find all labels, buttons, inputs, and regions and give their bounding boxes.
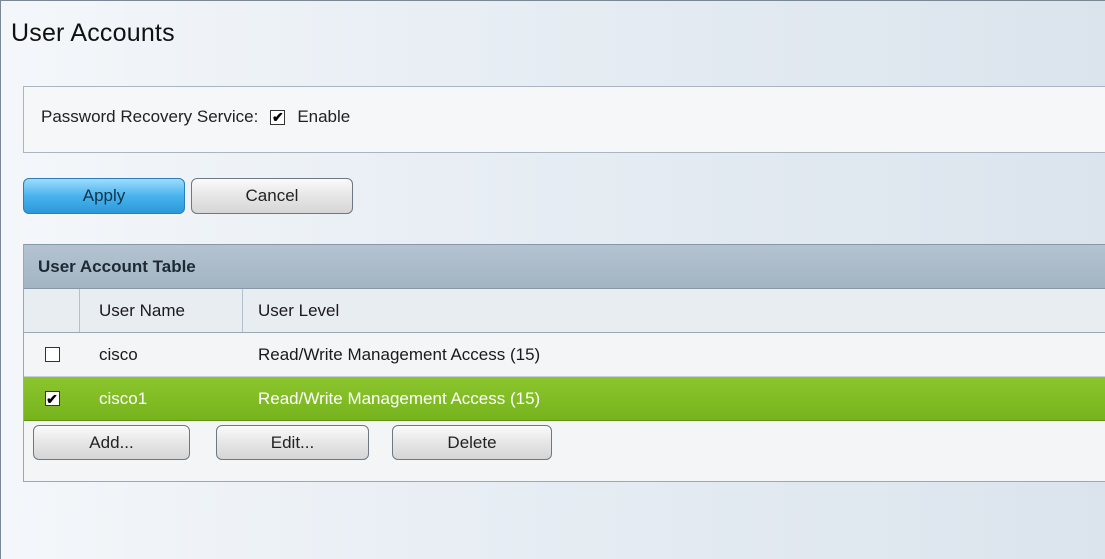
user-name-cell: cisco bbox=[99, 344, 138, 364]
password-recovery-label: Password Recovery Service: bbox=[41, 107, 259, 126]
edit-button[interactable]: Edit... bbox=[216, 425, 369, 460]
table-caption: User Account Table bbox=[24, 244, 1105, 289]
password-recovery-enable-checkbox[interactable]: ✔ bbox=[270, 109, 286, 125]
table-row[interactable]: cisco Read/Write Management Access (15) bbox=[24, 333, 1105, 377]
checkmark-icon: ✔ bbox=[271, 109, 284, 125]
select-column-header bbox=[24, 289, 80, 332]
password-recovery-row: Password Recovery Service: ✔ Enable bbox=[41, 107, 350, 127]
column-header-user-name: User Name bbox=[80, 289, 243, 332]
table-actions-row: Add... Edit... Delete bbox=[24, 421, 1105, 482]
user-level-cell: Read/Write Management Access (15) bbox=[258, 388, 541, 408]
cancel-button[interactable]: Cancel bbox=[191, 178, 353, 214]
enable-label: Enable bbox=[297, 107, 351, 126]
table-row-selected[interactable]: ✔ cisco1 Read/Write Management Access (1… bbox=[24, 377, 1105, 421]
password-recovery-panel: Password Recovery Service: ✔ Enable bbox=[23, 86, 1105, 153]
page-title: User Accounts bbox=[11, 19, 175, 47]
table-header-row: User Name User Level bbox=[24, 289, 1105, 333]
row-select-checkbox[interactable]: ✔ bbox=[44, 390, 60, 407]
checkmark-icon: ✔ bbox=[46, 390, 58, 407]
user-name-cell: cisco1 bbox=[99, 388, 148, 408]
row-select-checkbox[interactable] bbox=[44, 347, 60, 362]
user-account-table: User Account Table User Name User Level … bbox=[23, 244, 1105, 482]
column-header-user-level: User Level bbox=[258, 300, 340, 320]
apply-button[interactable]: Apply bbox=[23, 178, 185, 214]
delete-button[interactable]: Delete bbox=[392, 425, 552, 460]
content-frame: User Accounts Password Recovery Service:… bbox=[0, 0, 1105, 559]
add-button[interactable]: Add... bbox=[33, 425, 190, 460]
user-level-cell: Read/Write Management Access (15) bbox=[258, 344, 541, 364]
